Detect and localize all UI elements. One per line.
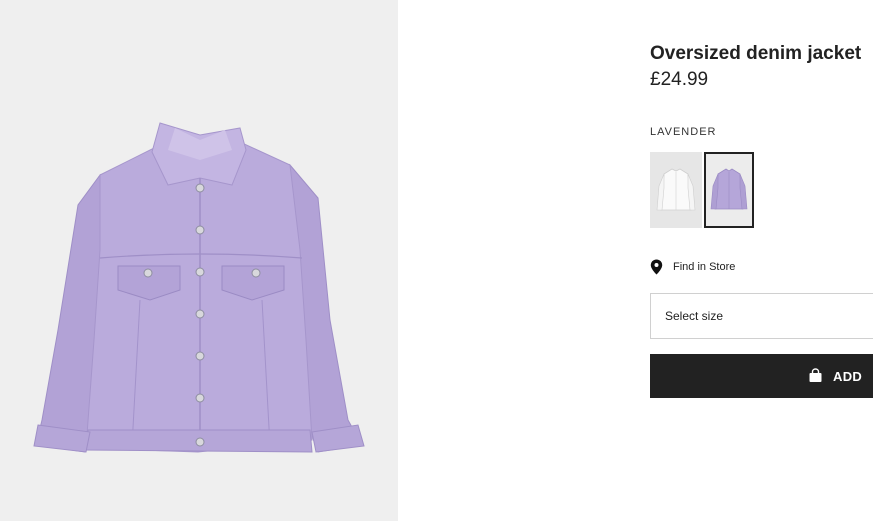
find-in-store-label: Find in Store — [673, 261, 736, 273]
white-jacket-swatch[interactable] — [650, 152, 702, 228]
lavender-jacket-swatch[interactable] — [704, 152, 754, 228]
shopping-bag-icon — [809, 368, 822, 382]
product-title: Oversized denim jacket — [650, 43, 862, 64]
selected-color-label: LAVENDER — [650, 126, 717, 138]
product-page: Oversized denim jacket £24.99 LAVENDER F… — [0, 0, 873, 521]
add-to-bag-button[interactable]: ADD — [650, 354, 873, 398]
size-select[interactable]: Select size — [650, 293, 873, 339]
size-select-label: Select size — [665, 309, 724, 323]
location-pin-icon — [650, 259, 663, 275]
white-jacket-icon — [650, 152, 702, 228]
product-price: £24.99 — [650, 69, 709, 90]
lavender-denim-jacket-image — [0, 0, 398, 521]
find-in-store-link[interactable]: Find in Store — [650, 258, 735, 276]
product-info: Oversized denim jacket £24.99 LAVENDER F… — [650, 0, 873, 521]
product-image — [0, 0, 398, 521]
lavender-jacket-icon — [706, 154, 752, 226]
color-swatches — [650, 151, 760, 229]
add-button-label: ADD — [833, 369, 863, 384]
